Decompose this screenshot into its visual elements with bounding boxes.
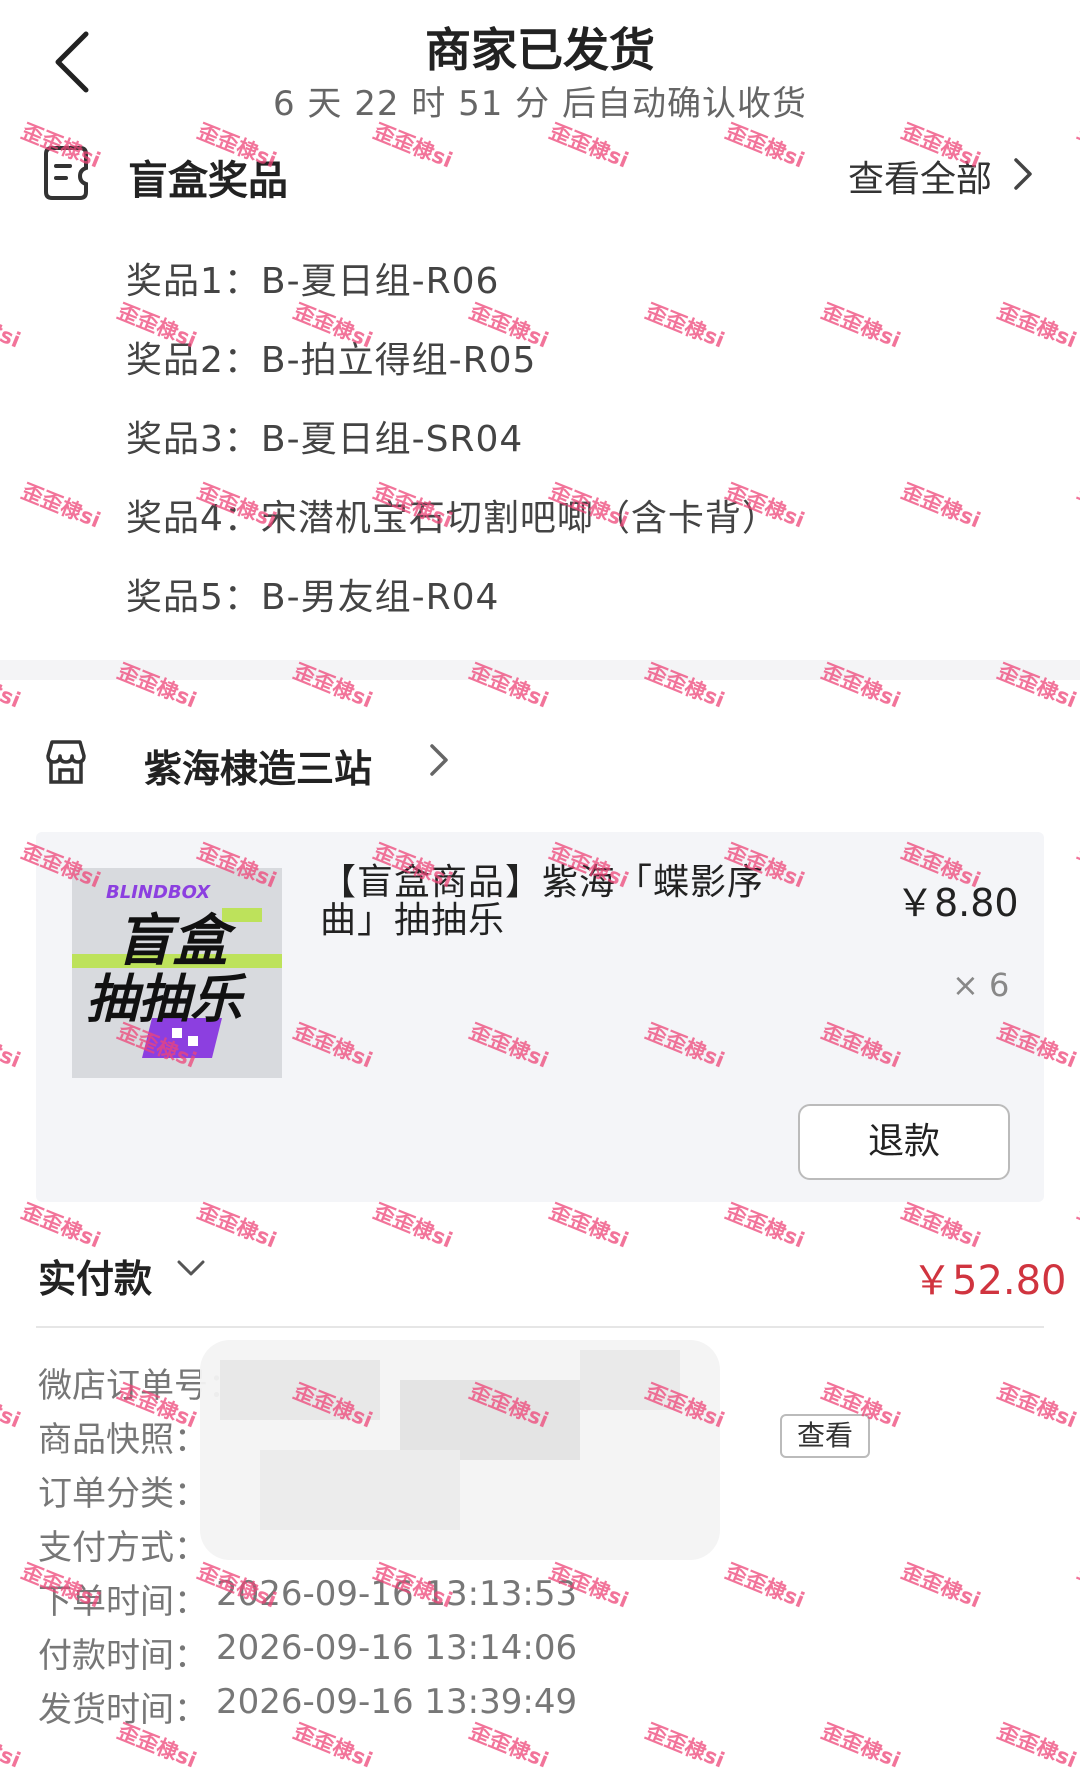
product-price: ￥8.80 (896, 881, 1019, 925)
product-quantity: × 6 (952, 966, 1010, 1004)
watermark-text: 歪歪棣si (18, 479, 104, 533)
watermark-text: 歪歪棣si (898, 479, 984, 533)
prize-item: 奖品5：B-男友组-R04 (126, 577, 500, 618)
page-title: 商家已发货 (425, 23, 655, 77)
view-all-link[interactable]: 查看全部 (848, 150, 992, 202)
watermark-text: 歪歪棣si (1074, 839, 1080, 893)
watermark-text: 歪歪棣si (994, 299, 1080, 353)
watermark-text: 歪歪棣si (1074, 1199, 1080, 1253)
thumb-title-2: 抽抽乐 (86, 970, 243, 1030)
thumb-title-1: 盲盒 (116, 909, 228, 974)
ship-time-value: 2026-09-16 13:39:49 (216, 1682, 578, 1722)
watermark-text: 歪歪棣si (642, 1719, 728, 1773)
prize-item: 奖品3：B-夏日组-SR04 (126, 419, 524, 460)
watermark-text: 歪歪棣si (898, 1199, 984, 1253)
watermark-text: 歪歪棣si (290, 1719, 376, 1773)
watermark-text: 歪歪棣si (818, 299, 904, 353)
watermark-text: 歪歪棣si (994, 1379, 1080, 1433)
watermark-text: 歪歪棣si (18, 1199, 104, 1253)
watermark-text: 歪歪棣si (370, 1199, 456, 1253)
paid-amount: ￥52.80 (912, 1258, 1067, 1304)
store-icon (46, 740, 86, 784)
order-time-value: 2026-09-16 13:13:53 (216, 1574, 578, 1614)
watermark-text: 歪歪棣si (642, 299, 728, 353)
prize-item: 奖品4：宋潜机宝石切割吧唧（含卡背） (126, 498, 779, 539)
payment-method-label: 支付方式： (38, 1528, 208, 1568)
thumb-brand: BLINDBOX (106, 882, 211, 903)
section-divider (0, 660, 1080, 680)
redaction-blur (200, 1340, 720, 1560)
watermark-text: 歪歪棣si (466, 1719, 552, 1773)
watermark-text: 歪歪棣si (546, 1199, 632, 1253)
watermark-text: 歪歪棣si (0, 1379, 24, 1433)
pay-time-label: 付款时间： (38, 1636, 208, 1676)
ship-time-label: 发货时间： (38, 1690, 208, 1730)
pay-time-value: 2026-09-16 13:14:06 (216, 1628, 578, 1668)
refund-button[interactable]: 退款 (798, 1104, 1010, 1180)
watermark-text: 歪歪棣si (1074, 479, 1080, 533)
snapshot-label: 商品快照： (38, 1420, 208, 1460)
product-name[interactable]: 【盲盒商品】紫海「蝶影序曲」抽抽乐 (320, 864, 800, 940)
chevron-right-icon[interactable] (428, 742, 450, 778)
order-time-label: 下单时间： (38, 1582, 208, 1622)
watermark-text: 歪歪棣si (0, 299, 24, 353)
watermark-text: 歪歪棣si (722, 1199, 808, 1253)
store-name[interactable]: 紫海棣造三站 (144, 738, 372, 793)
view-snapshot-button[interactable]: 查看 (780, 1414, 870, 1458)
paid-label[interactable]: 实付款 (38, 1248, 152, 1303)
watermark-text: 歪歪棣si (722, 1559, 808, 1613)
watermark-text: 歪歪棣si (194, 1199, 280, 1253)
prize-item: 奖品2：B-拍立得组-R05 (126, 340, 537, 381)
watermark-text: 歪歪棣si (0, 1719, 24, 1773)
divider (36, 1326, 1044, 1328)
order-category-label: 订单分类： (38, 1474, 208, 1514)
watermark-text: 歪歪棣si (898, 1559, 984, 1613)
watermark-text: 歪歪棣si (1074, 1559, 1080, 1613)
prize-item: 奖品1：B-夏日组-R06 (126, 261, 500, 302)
chevron-down-icon[interactable] (176, 1258, 206, 1278)
prize-box-icon (44, 146, 88, 200)
chevron-right-icon[interactable] (1012, 156, 1034, 192)
watermark-text: 歪歪棣si (0, 1019, 24, 1073)
watermark-text: 歪歪棣si (818, 1719, 904, 1773)
product-thumbnail[interactable]: BLINDBOX 盲盒 抽抽乐 (72, 868, 282, 1078)
watermark-text: 歪歪棣si (994, 1719, 1080, 1773)
prize-section-heading: 盲盒奖品 (128, 158, 288, 204)
auto-confirm-countdown: 6 天 22 时 51 分 后自动确认收货 (272, 84, 807, 124)
